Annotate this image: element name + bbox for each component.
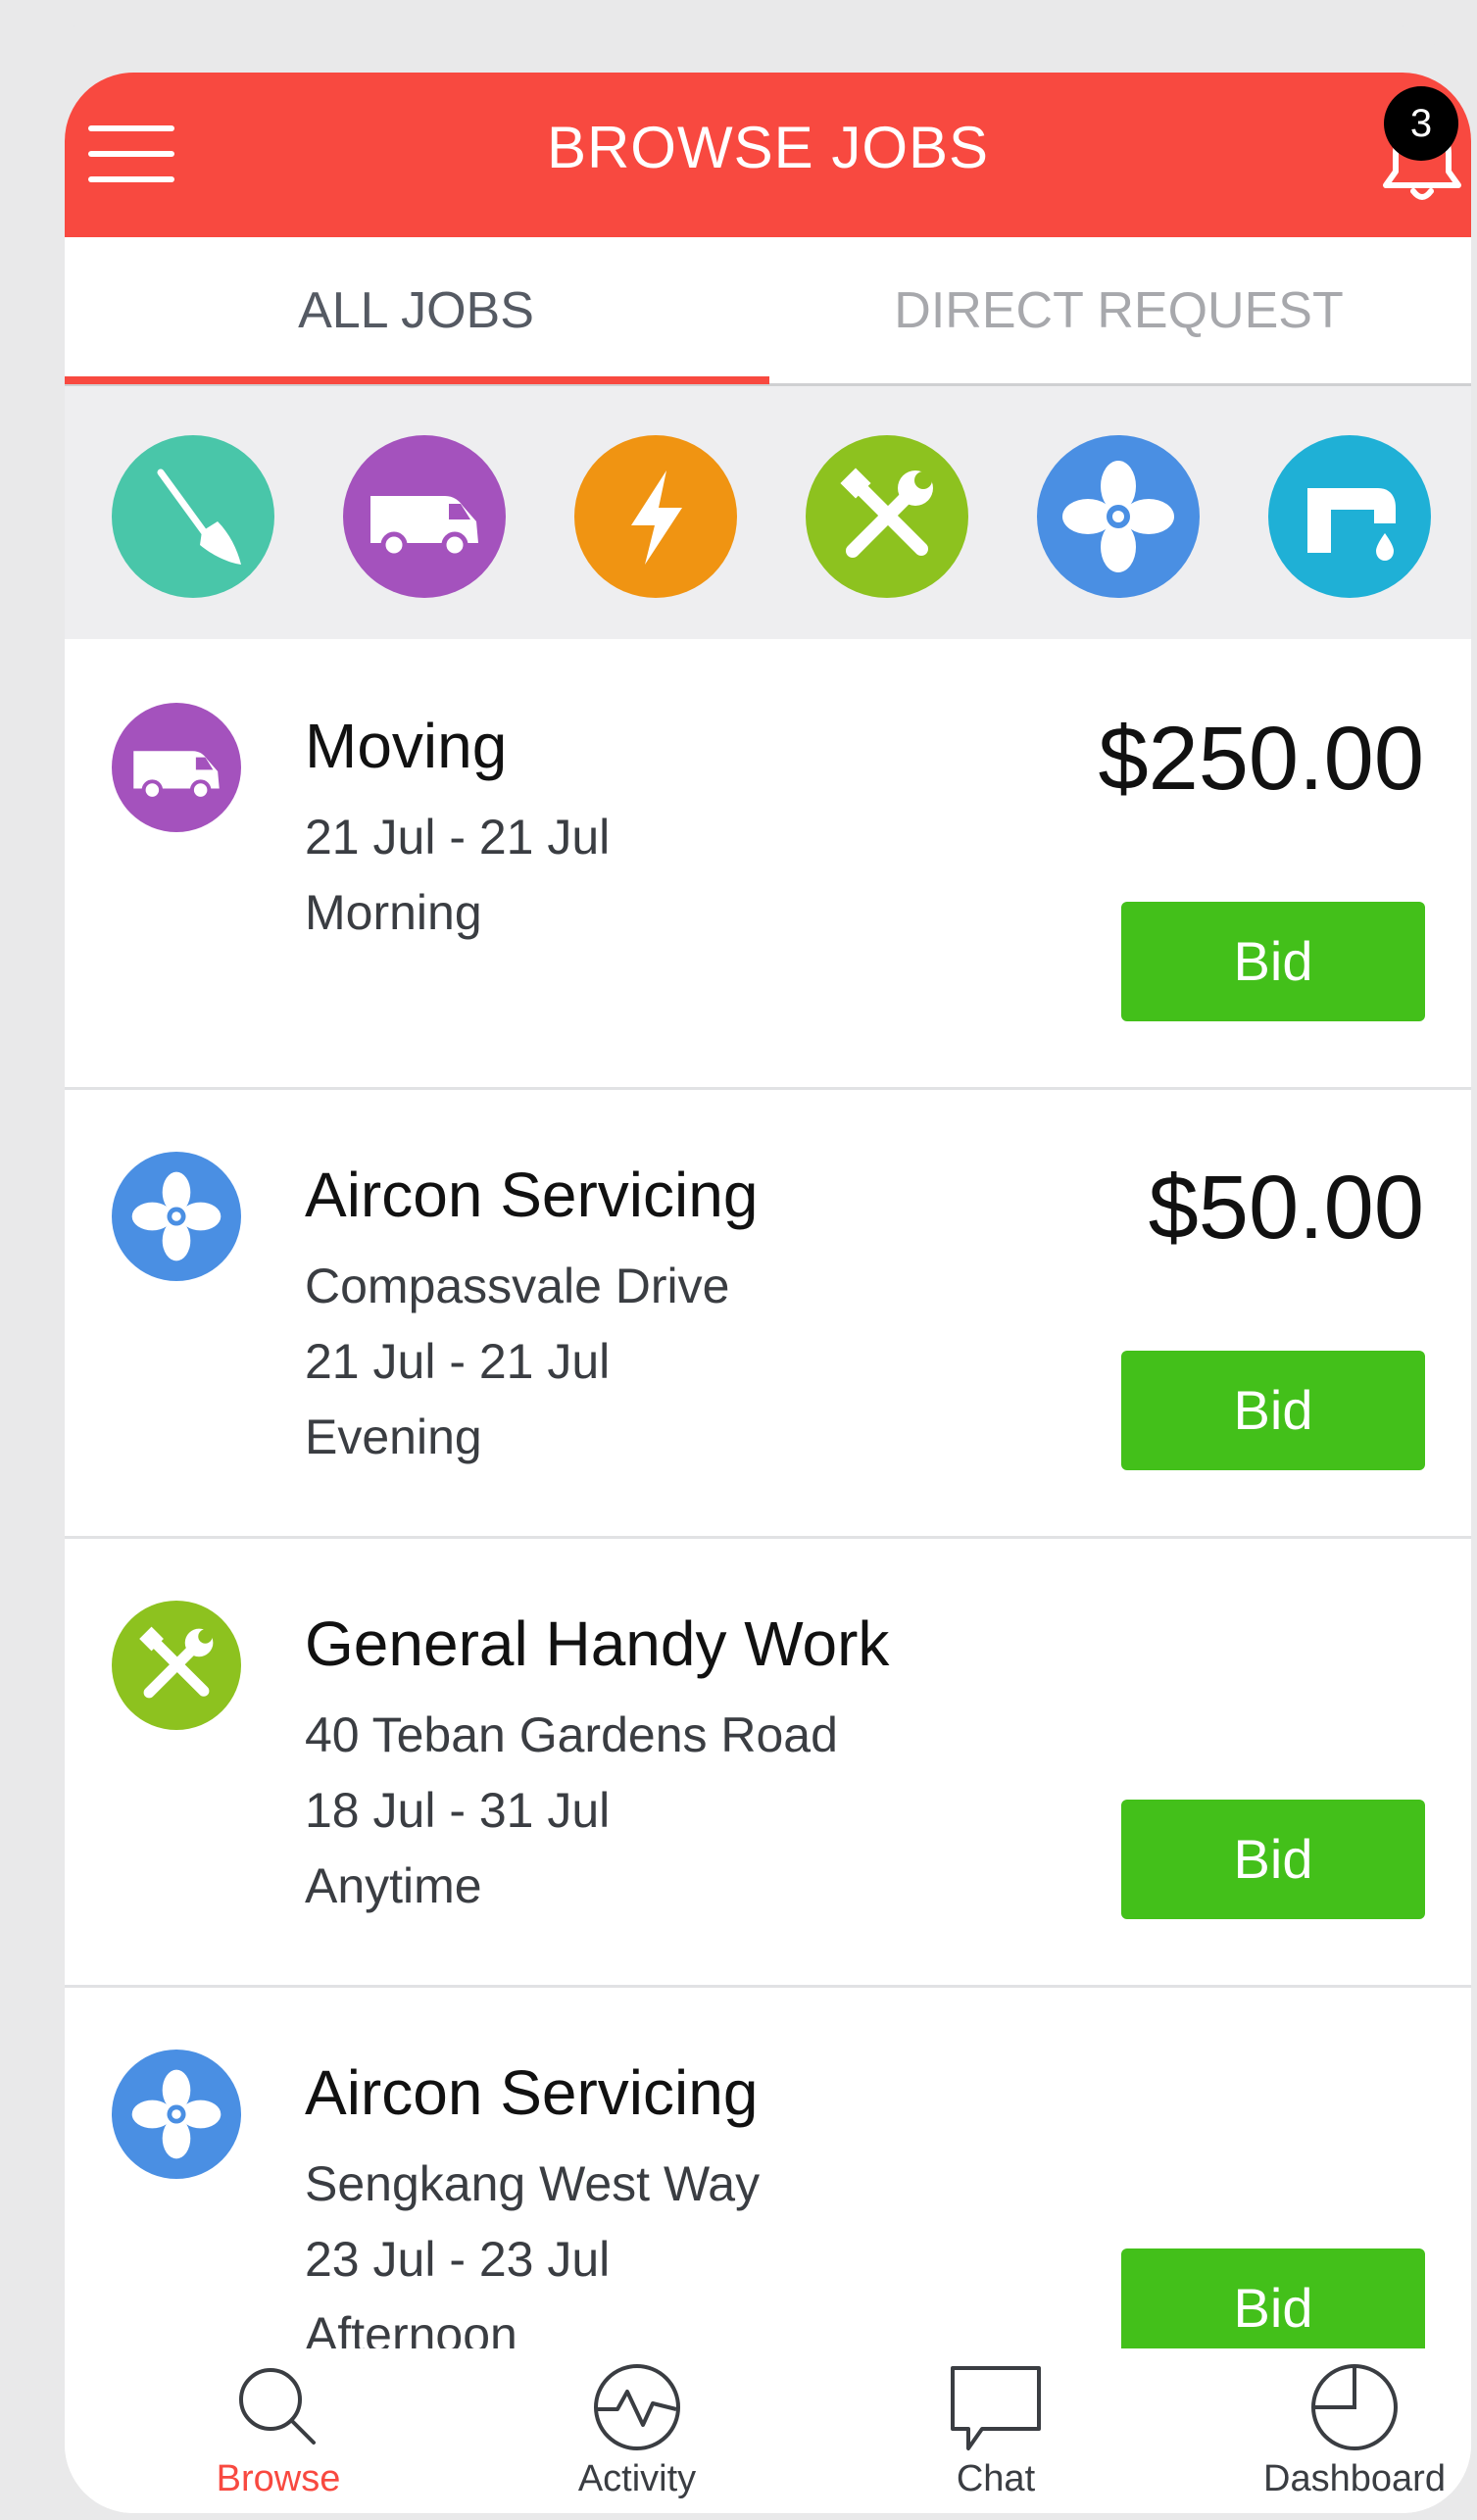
category-aircon-button[interactable] [1037, 435, 1200, 598]
job-details: Sengkang West Way 23 Jul - 23 Jul Aftern… [305, 2147, 760, 2373]
fan-icon [131, 2069, 222, 2159]
job-date-range: 21 Jul - 21 Jul [305, 1334, 611, 1389]
job-details: 21 Jul - 21 Jul Morning [305, 800, 610, 951]
category-moving-button[interactable] [343, 435, 506, 598]
bid-button[interactable]: Bid [1121, 902, 1425, 1021]
job-category-icon [112, 703, 241, 832]
nav-label-chat: Chat [956, 2458, 1036, 2499]
job-card[interactable]: Aircon Servicing Compassvale Drive 21 Ju… [65, 1090, 1471, 1539]
job-card[interactable]: Moving 21 Jul - 21 Jul Morning $250.00 B… [65, 641, 1471, 1090]
job-details: Compassvale Drive 21 Jul - 21 Jul Evenin… [305, 1249, 729, 1475]
job-time-slot: Morning [305, 885, 482, 940]
notification-badge: 3 [1384, 86, 1458, 161]
job-title: Aircon Servicing [305, 1160, 759, 1230]
page-title: BROWSE JOBS [546, 115, 990, 180]
job-category-icon [112, 2050, 241, 2179]
active-tab-indicator [65, 376, 769, 384]
nav-activity[interactable]: Activity [490, 2348, 784, 2513]
bottom-navigation: Browse Activity Chat Dashboard [65, 2348, 1471, 2513]
category-electrical-button[interactable] [574, 435, 737, 598]
activity-icon [594, 2364, 680, 2450]
van-icon [133, 751, 220, 801]
pie-chart-icon [1311, 2364, 1398, 2450]
tools-icon [139, 1626, 214, 1699]
category-handyman-button[interactable] [806, 435, 968, 598]
search-icon [239, 2368, 316, 2445]
fan-icon [131, 1171, 222, 1261]
tab-direct-request[interactable]: DIRECT REQUEST [767, 237, 1470, 384]
nav-dashboard[interactable]: Dashboard [1207, 2348, 1471, 2513]
nav-chat[interactable]: Chat [849, 2348, 1143, 2513]
category-cleaning-button[interactable] [112, 435, 274, 598]
chat-bubble-icon [951, 2366, 1041, 2450]
faucet-icon [1307, 488, 1396, 561]
app-screen: BROWSE JOBS 3 ALL JOBS DIRECT REQUEST Mo… [65, 73, 1471, 2513]
tools-icon [840, 468, 933, 558]
job-title: Aircon Servicing [305, 2057, 759, 2128]
job-location: Compassvale Drive [305, 1259, 730, 1313]
job-location: 40 Teban Gardens Road [305, 1707, 838, 1762]
device-frame: BROWSE JOBS 3 ALL JOBS DIRECT REQUEST Mo… [18, 22, 1471, 2513]
nav-browse[interactable]: Browse [131, 2348, 425, 2513]
job-location: Sengkang West Way [305, 2156, 761, 2211]
job-category-icon [112, 1601, 241, 1730]
bid-button[interactable]: Bid [1121, 1351, 1425, 1470]
job-card[interactable]: General Handy Work 40 Teban Gardens Road… [65, 1539, 1471, 1988]
job-date-range: 23 Jul - 23 Jul [305, 2232, 611, 2287]
job-price: $250.00 [1098, 709, 1424, 809]
tab-all-jobs[interactable]: ALL JOBS [65, 237, 767, 384]
job-time-slot: Evening [305, 1409, 482, 1464]
job-price: $50.00 [1148, 1158, 1424, 1258]
broom-icon [157, 469, 241, 565]
job-date-range: 21 Jul - 21 Jul [305, 810, 611, 865]
nav-label-browse: Browse [216, 2458, 341, 2499]
category-filter-bar [65, 386, 1471, 639]
job-title: General Handy Work [305, 1608, 890, 1679]
bid-button[interactable]: Bid [1121, 1800, 1425, 1919]
job-date-range: 18 Jul - 31 Jul [305, 1783, 611, 1838]
job-title: Moving [305, 711, 508, 781]
nav-label-activity: Activity [577, 2458, 697, 2499]
job-tabs: ALL JOBS DIRECT REQUEST [65, 237, 1471, 386]
fan-icon [1062, 461, 1174, 572]
job-category-icon [112, 1152, 241, 1281]
job-time-slot: Anytime [305, 1858, 482, 1913]
van-icon [370, 496, 478, 559]
category-plumbing-button[interactable] [1268, 435, 1431, 598]
lightning-icon [631, 470, 682, 565]
job-details: 40 Teban Gardens Road 18 Jul - 31 Jul An… [305, 1698, 838, 1924]
top-app-bar: BROWSE JOBS 3 [65, 73, 1471, 237]
nav-label-dashboard: Dashboard [1263, 2458, 1446, 2499]
